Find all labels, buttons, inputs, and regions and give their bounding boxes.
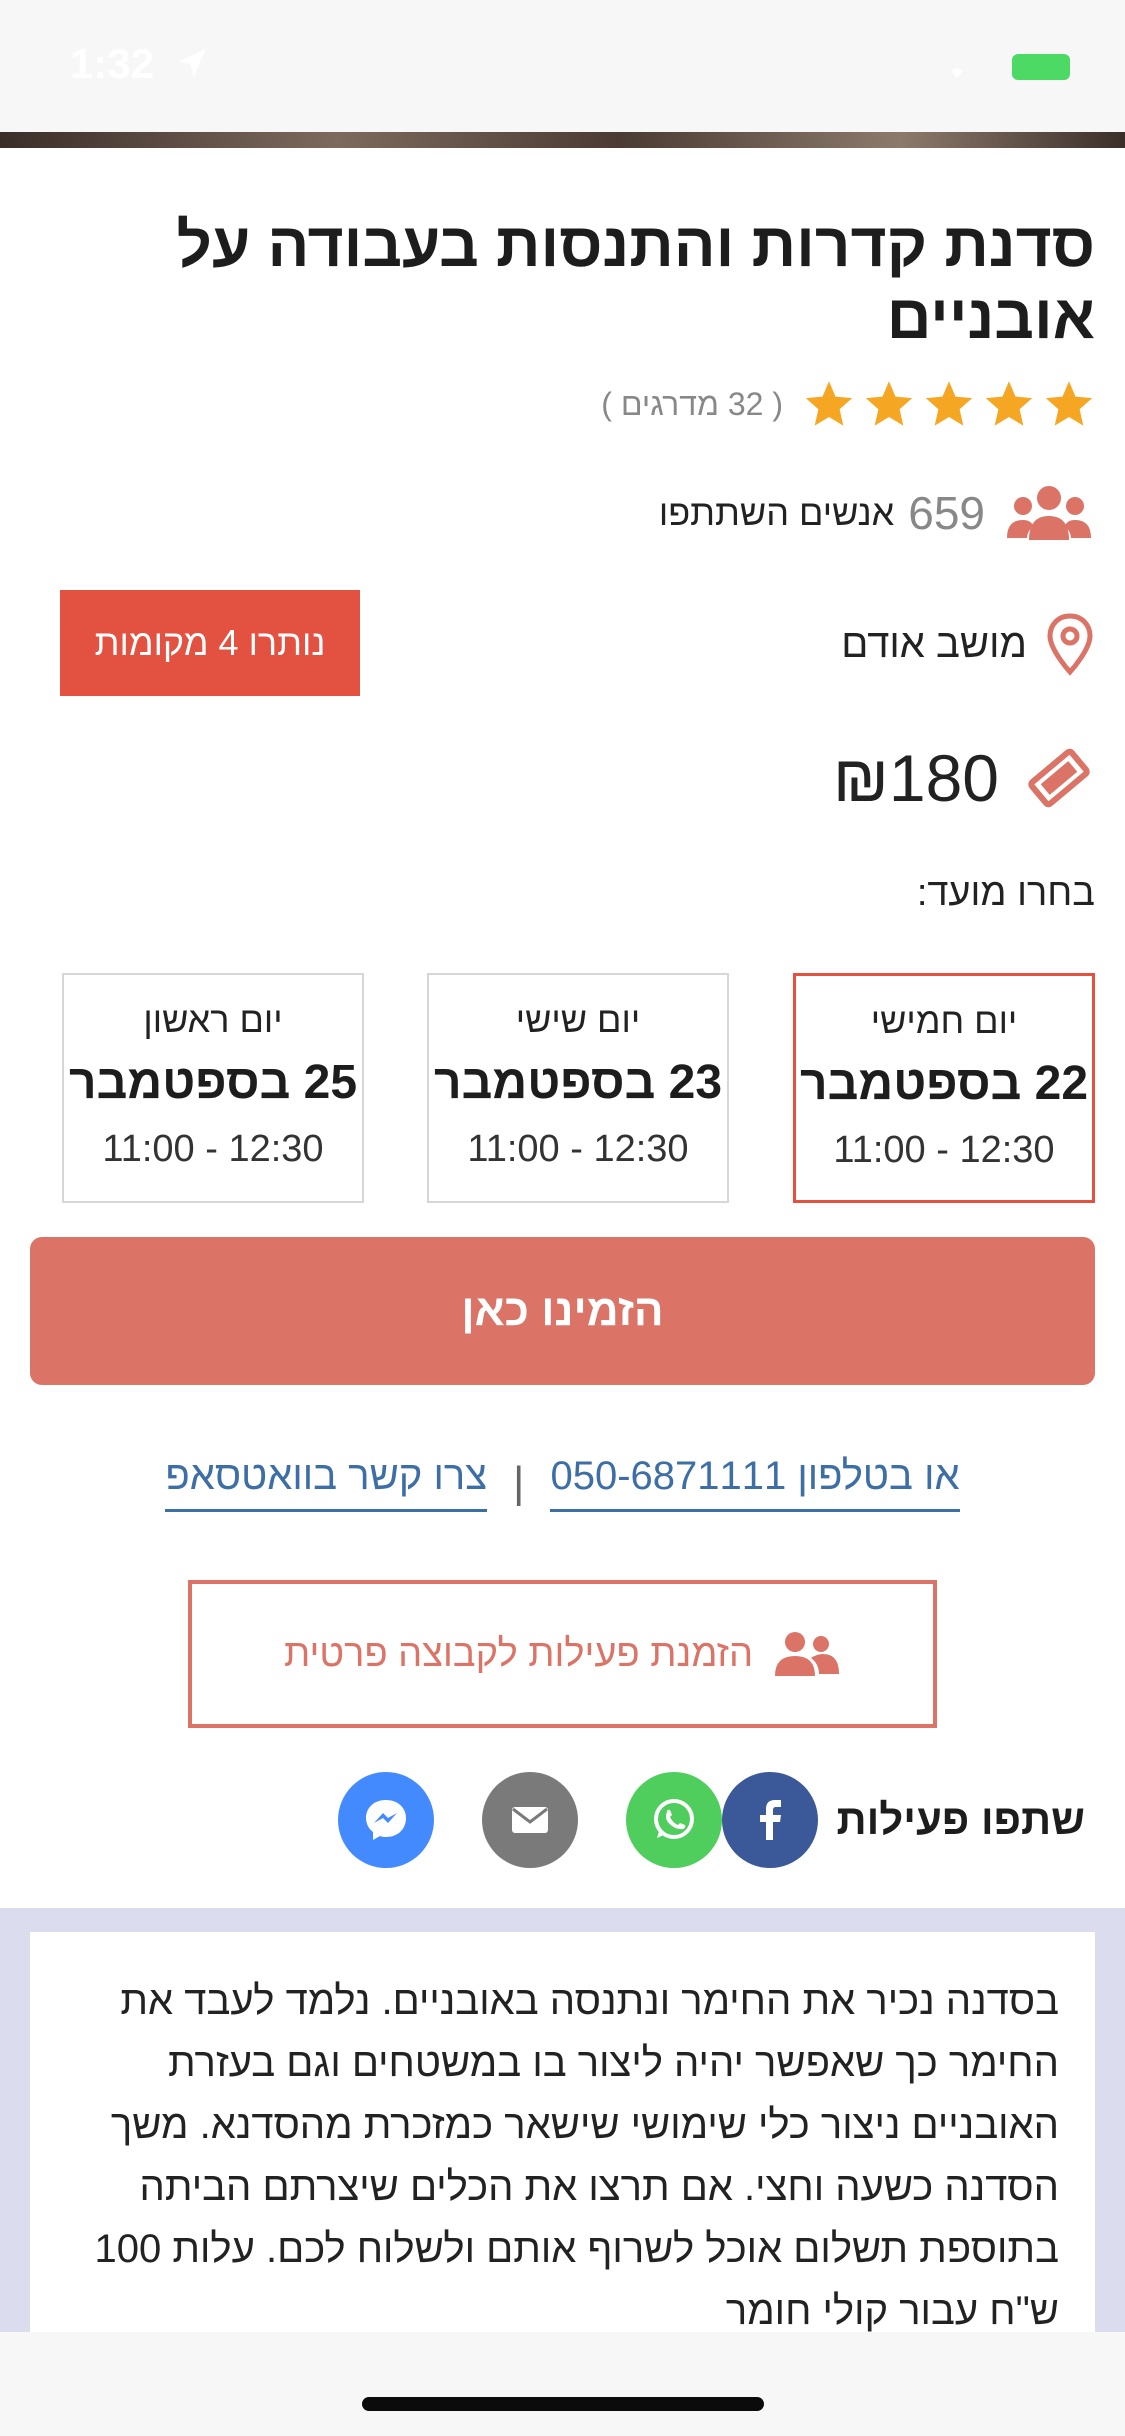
date-time: 11:00 - 12:30 [467,1128,689,1170]
ticket-icon [1028,748,1090,808]
date-day: יום ראשון [143,999,283,1040]
date-day: יום שישי [515,999,641,1040]
people-icon [1007,486,1091,540]
date-card[interactable]: יום שישי 23 בספטמבר 11:00 - 12:30 [427,973,729,1203]
book-button[interactable]: הזמינו כאן [30,1237,1095,1385]
star-icon [865,381,913,426]
star-icon [925,381,973,426]
group-booking-label: הזמנת פעילות לקבוצה פרטית [283,1632,754,1675]
date-time: 11:00 - 12:30 [102,1128,324,1170]
location-name: מושב אודם [841,621,1027,666]
date-options: יום חמישי 22 בספטמבר 11:00 - 12:30 יום ש… [58,973,1095,1207]
date-card[interactable]: יום ראשון 25 בספטמבר 11:00 - 12:30 [62,973,364,1203]
date-date: 23 בספטמבר [433,1056,723,1109]
participants-label: אנשים השתתפו [658,492,895,533]
location-arrow-icon [177,48,207,78]
email-share-button[interactable] [482,1772,579,1868]
rating: ( 32 מדרגים ) [601,378,1095,430]
rating-count: ( 32 מדרגים ) [601,385,783,422]
map-pin-icon [1047,613,1093,676]
home-indicator[interactable] [362,2397,764,2411]
group-icon [775,1632,840,1676]
status-bar: 1:32 [0,0,1125,132]
price: ₪180 [833,740,1095,816]
date-card[interactable]: יום חמישי 22 בספטמבר 11:00 - 12:30 [793,973,1095,1203]
facebook-share-button[interactable] [722,1772,819,1868]
status-time: 1:32 [70,40,155,87]
contact-separator: | [513,1458,525,1507]
date-date: 25 בספטמבר [68,1056,358,1109]
spots-left-badge: נותרו 4 מקומות [60,590,360,696]
star-icon [805,381,853,426]
battery-icon [1012,54,1070,80]
location: מושב אודם [841,612,1095,676]
participants-count: 659 [908,487,985,539]
price-value: ₪180 [832,741,999,815]
star-icon [985,381,1033,426]
bottom-bar [0,2332,1125,2436]
email-icon [512,1807,549,1833]
whatsapp-share-button[interactable] [626,1772,723,1868]
messenger-share-button[interactable] [338,1772,435,1868]
participants: 659 אנשים השתתפו [659,484,1095,542]
star-icon [1045,381,1093,426]
activity-title: סדנת קדרות והתנסות בעבודה על אובניים [176,211,1096,352]
whatsapp-icon [654,1799,695,1839]
contact-row: או בטלפון 050-6871111 | צרו קשר בוואטסאפ [0,1448,1125,1518]
whatsapp-link[interactable]: צרו קשר בוואטסאפ [165,1454,488,1512]
phone-link[interactable]: או בטלפון 050-6871111 [550,1454,960,1512]
messenger-icon [366,1800,407,1840]
date-date: 22 בספטמבר [799,1057,1089,1110]
wifi-icon [951,68,963,78]
share-row: שתפו פעילות [290,1772,1085,1868]
facebook-icon [760,1800,782,1840]
choose-date-label: בחרו מועד: [916,872,1095,914]
date-time: 11:00 - 12:30 [833,1129,1055,1171]
share-label: שתפו פעילות [836,1796,1085,1843]
description-text: בסדנה נכיר את החימר ונתנסה באובניים. נלמ… [30,1932,1095,2342]
date-day: יום חמישי [870,1000,1018,1041]
group-booking-button[interactable]: הזמנת פעילות לקבוצה פרטית [188,1580,937,1728]
hero-image [0,132,1125,148]
